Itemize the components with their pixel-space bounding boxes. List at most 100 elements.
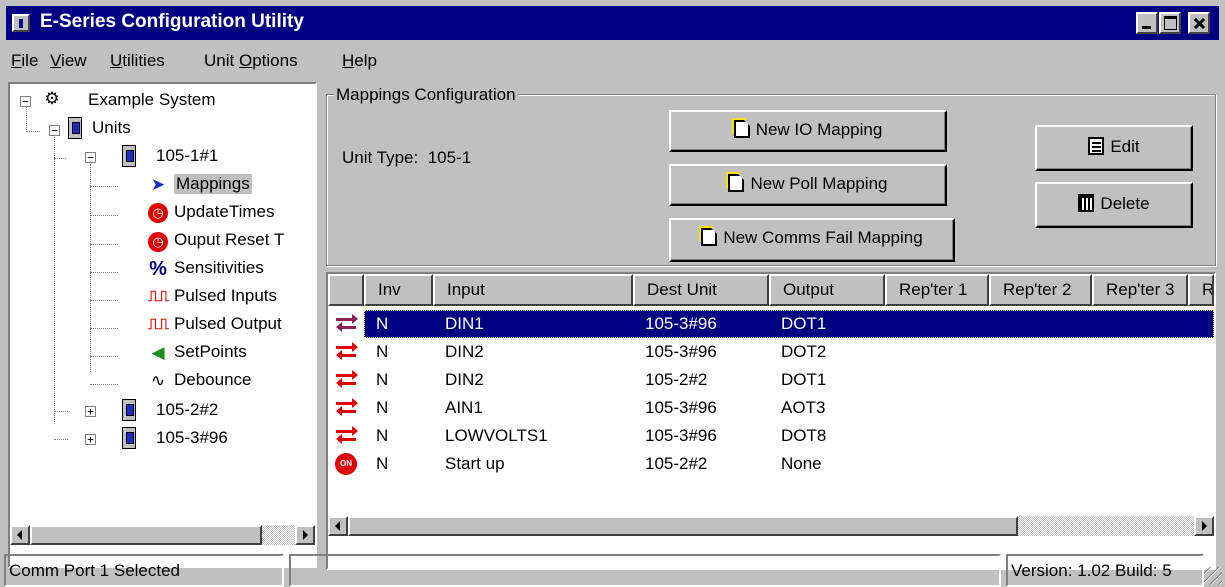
startup-on-icon: ON [335,453,357,475]
tree-node-update-times[interactable]: UpdateTimes [174,202,274,222]
mapping-row[interactable]: ON N Start up 105-2#2 None [328,450,1214,478]
tree-node-pulsed-output[interactable]: Pulsed Output [174,314,282,334]
system-tree[interactable]: − ⚙ Example System − Units − 105-1#1 ➤ M… [8,82,317,568]
new-poll-mapping-button[interactable]: New Poll Mapping [669,164,947,206]
list-hscrollbar[interactable] [328,516,1214,536]
scroll-left-icon[interactable] [10,525,30,545]
delete-button[interactable]: Delete [1035,182,1193,228]
mapping-arrows-icon [336,398,358,416]
system-gears-icon: ⚙ [44,89,60,108]
cell-inv: N [376,370,389,389]
close-button[interactable] [1188,12,1210,34]
menu-file-accel: F [11,51,22,70]
menu-unit-options-text-pre: Unit [204,51,239,70]
percent-icon: % [149,258,167,280]
mapping-row[interactable]: N DIN2 105-2#2 DOT1 [328,366,1214,394]
tree-node-units[interactable]: Units [92,118,131,138]
delete-label: Delete [1100,194,1150,213]
tree-node-mappings[interactable]: Mappings [174,174,252,194]
menu-unit-options[interactable]: Unit Options [204,51,298,71]
menu-unit-options-accel: O [238,51,253,70]
mapping-row[interactable]: N LOWVOLTS1 105-3#96 DOT8 [328,422,1214,450]
menu-view-text: iew [61,51,87,70]
tree-node-unit-105-2-2[interactable]: 105-2#2 [156,400,218,420]
menu-utilities[interactable]: Utilities [110,51,165,71]
edit-label: Edit [1110,137,1140,156]
status-comm-port: Comm Port 1 Selected [4,554,284,587]
new-document-icon [728,174,745,192]
list-header: Inv Input Dest Unit Output Rep'ter 1 Rep… [328,274,1214,306]
mapping-row[interactable]: N AIN1 105-3#96 AOT3 [328,394,1214,422]
status-middle [289,554,1001,587]
column-header-repeater-4[interactable]: R [1188,274,1214,306]
unit-type-caption: Unit Type: [342,148,419,167]
column-header-repeater-3[interactable]: Rep'ter 3 [1092,274,1188,306]
expand-unit2-icon[interactable]: + [85,406,96,417]
edit-button[interactable]: Edit [1035,125,1193,171]
scroll-thumb[interactable] [348,516,1018,536]
tree-node-pulsed-inputs[interactable]: Pulsed Inputs [174,286,277,306]
tree-node-output-reset[interactable]: Ouput Reset T [174,230,284,250]
column-header-repeater-2[interactable]: Rep'ter 2 [989,274,1092,306]
tree-node-unit-105-1-1[interactable]: 105-1#1 [156,146,218,166]
mapping-arrows-icon [336,370,358,388]
collapse-root-icon[interactable]: − [20,96,31,107]
mapping-arrows-icon [336,426,358,444]
cell-inv: N [376,314,389,333]
new-comms-fail-mapping-button[interactable]: New Comms Fail Mapping [669,218,955,262]
scroll-left-icon[interactable] [328,516,348,536]
menu-view[interactable]: View [50,51,87,71]
unit-device-icon [122,427,136,449]
scroll-right-icon[interactable] [1194,516,1214,536]
tree-node-setpoints[interactable]: SetPoints [174,342,247,362]
column-header-input[interactable]: Input [433,274,633,306]
clock-icon: ◷ [148,232,168,252]
cell-dest-unit: 105-2#2 [645,370,708,389]
tree-node-unit-105-3-96[interactable]: 105-3#96 [156,428,228,448]
new-comms-fail-mapping-label: New Comms Fail Mapping [723,228,923,247]
column-header-output[interactable]: Output [769,274,885,306]
tree-node-debounce[interactable]: Debounce [174,370,252,390]
tree-node-sensitivities[interactable]: Sensitivities [174,258,264,278]
minimize-button[interactable] [1136,12,1158,34]
mappings-list[interactable]: Inv Input Dest Unit Output Rep'ter 1 Rep… [326,272,1216,570]
mapping-row[interactable]: N DIN2 105-3#96 DOT2 [328,338,1214,366]
cell-inv: N [376,426,389,445]
app-icon[interactable] [12,14,30,32]
collapse-units-icon[interactable]: − [49,125,60,136]
unit-type-value: 105-1 [427,148,472,167]
mapping-row[interactable]: N DIN1 105-3#96 DOT1 [328,310,1214,338]
title-bar[interactable]: E-Series Configuration Utility [6,6,1219,40]
new-io-mapping-label: New IO Mapping [755,120,883,139]
cell-output: DOT2 [781,342,827,361]
collapse-unit1-icon[interactable]: − [85,152,96,163]
menu-file[interactable]: File [11,51,38,71]
column-header-repeater-1[interactable]: Rep'ter 1 [885,274,989,306]
tree-node-example-system[interactable]: Example System [88,90,216,110]
tree-hscrollbar[interactable] [10,525,315,545]
maximize-button[interactable] [1159,12,1181,34]
resize-grip[interactable] [1204,567,1222,585]
column-header-icon[interactable] [328,274,364,306]
unit-device-icon [122,399,136,421]
cell-input: Start up [445,454,505,473]
column-header-inv[interactable]: Inv [364,274,433,306]
cell-dest-unit: 105-2#2 [645,454,708,473]
units-rack-icon [68,117,82,139]
new-poll-mapping-label: New Poll Mapping [750,174,888,193]
menu-help[interactable]: Help [342,51,377,71]
menu-view-accel: V [50,51,62,70]
scroll-thumb[interactable] [30,525,262,545]
scroll-right-icon[interactable] [295,525,315,545]
cell-inv: N [376,454,389,473]
new-io-mapping-button[interactable]: New IO Mapping [669,110,947,152]
trash-icon [1078,194,1095,212]
expand-unit3-icon[interactable]: + [85,434,96,445]
cell-output: AOT3 [781,398,826,417]
menu-unit-options-text: ptions [252,51,298,70]
window-title: E-Series Configuration Utility [40,11,304,32]
cell-input: DIN2 [445,342,484,361]
column-header-dest-unit[interactable]: Dest Unit [633,274,769,306]
pulse-output-icon: ⎍⎍ [148,316,170,333]
menu-file-text: ile [21,51,39,70]
